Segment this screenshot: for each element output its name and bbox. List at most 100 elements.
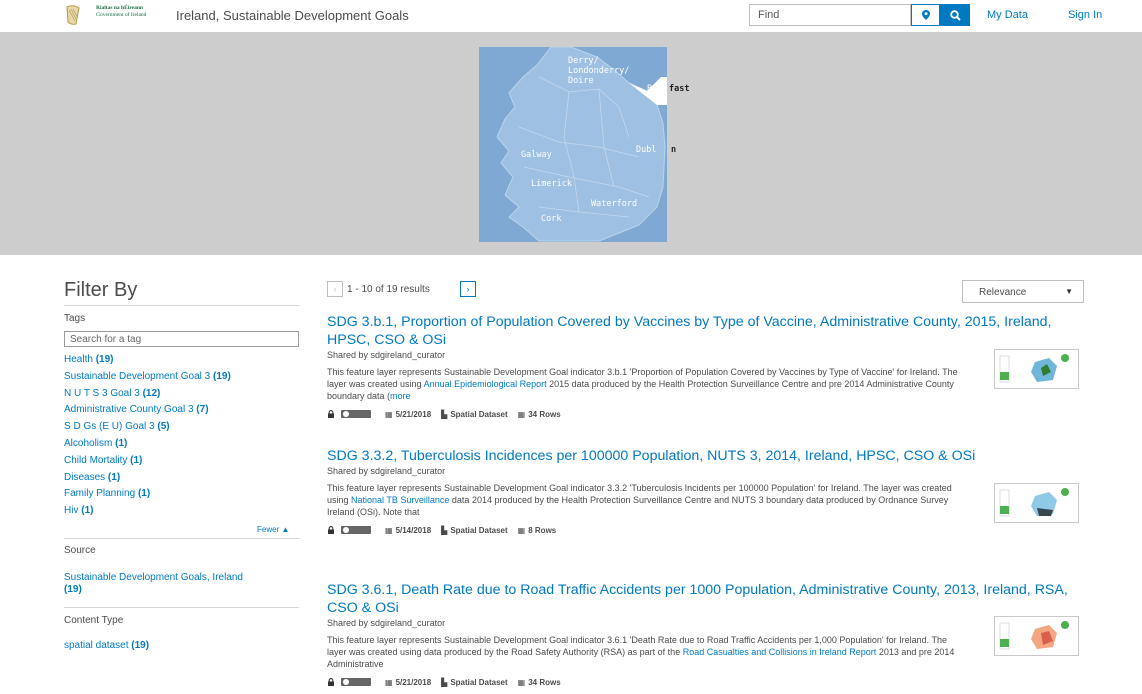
divider bbox=[64, 305, 299, 306]
sort-value: Relevance bbox=[979, 287, 1027, 298]
result-title[interactable]: SDG 3.6.1, Death Rate due to Road Traffi… bbox=[327, 581, 1087, 617]
tag-name: N U T S 3 Goal 3 bbox=[64, 387, 140, 399]
document-icon: ▙ bbox=[441, 525, 448, 535]
map-label-belfast-a: Bel bbox=[647, 84, 663, 94]
thumbnail-graphic bbox=[997, 619, 1076, 653]
document-icon: ▙ bbox=[441, 677, 448, 687]
date-text: 5/14/2018 bbox=[395, 525, 432, 535]
result-shared-by: Shared by sdgireland_curator bbox=[327, 618, 446, 628]
tag-item[interactable]: Family Planning (1) bbox=[64, 488, 231, 505]
tag-item[interactable]: Hiv (1) bbox=[64, 505, 231, 522]
results-count: 1 - 10 of 19 results bbox=[347, 284, 430, 295]
result-item: SDG 3.b.1, Proportion of Population Cove… bbox=[327, 313, 1087, 420]
type-text: Spatial Dataset bbox=[450, 525, 508, 535]
rows-text: 34 Rows bbox=[528, 677, 561, 687]
result-thumbnail[interactable] bbox=[994, 483, 1079, 523]
tag-name: Health bbox=[64, 354, 93, 365]
tag-count: (1) bbox=[107, 471, 121, 483]
top-header: Rialtas na hÉireann Government of Irelan… bbox=[0, 0, 1142, 32]
result-title[interactable]: SDG 3.b.1, Proportion of Population Cove… bbox=[327, 313, 1087, 349]
result-thumbnail[interactable] bbox=[994, 349, 1079, 389]
tag-item[interactable]: S D Gs (E U) Goal 3 (5) bbox=[64, 421, 231, 438]
meta-type: ▙ Spatial Dataset bbox=[441, 410, 508, 419]
tag-count: (1) bbox=[130, 454, 143, 466]
tag-name: Alcoholism bbox=[64, 437, 113, 449]
table-icon: ▦ bbox=[517, 409, 526, 419]
content-type-filter-link[interactable]: spatial dataset (19) bbox=[64, 640, 149, 652]
sort-select[interactable]: Relevance ▼ bbox=[962, 280, 1084, 303]
fewer-toggle[interactable]: Fewer ▲ bbox=[257, 525, 289, 534]
result-meta: ▦ 5/21/2018 ▙ Spatial Dataset ▦ 34 Rows bbox=[327, 408, 1087, 420]
result-shared-by: Shared by sdgireland_curator bbox=[327, 466, 446, 476]
tag-count: (19) bbox=[212, 370, 231, 382]
meta-rows: ▦ 8 Rows bbox=[518, 526, 557, 535]
tag-item[interactable]: Administrative County Goal 3 (7) bbox=[64, 404, 231, 421]
find-input[interactable] bbox=[749, 4, 911, 26]
map-label-galway: Galway bbox=[521, 150, 552, 160]
meta-date: ▦ 5/21/2018 bbox=[385, 410, 431, 419]
tag-count: (5) bbox=[157, 421, 170, 433]
tag-item[interactable]: Child Mortality (1) bbox=[64, 455, 231, 472]
map-label-belfast-b: fast bbox=[669, 84, 690, 94]
harp-logo-icon[interactable] bbox=[64, 4, 82, 26]
type-text: Spatial Dataset bbox=[450, 409, 508, 419]
license-badge-icon bbox=[341, 526, 371, 534]
ireland-map[interactable]: Derry/ Londonderry/ Doire Bel Galway Dub… bbox=[479, 47, 667, 242]
divider bbox=[64, 607, 299, 608]
result-title[interactable]: SDG 3.3.2, Tuberculosis Incidences per 1… bbox=[327, 447, 1087, 465]
prev-page-button[interactable]: ‹ bbox=[327, 281, 343, 297]
desc-link[interactable]: Annual Epidemiological Report bbox=[424, 379, 547, 389]
result-item: SDG 3.3.2, Tuberculosis Incidences per 1… bbox=[327, 447, 1087, 536]
caret-down-icon: ▼ bbox=[1065, 287, 1073, 296]
tag-name: Child Mortality bbox=[64, 454, 128, 466]
tag-name: Sustainable Development Goal 3 bbox=[64, 370, 211, 382]
thumbnail-graphic bbox=[997, 486, 1076, 520]
calendar-icon: ▦ bbox=[385, 677, 393, 687]
site-title[interactable]: Ireland, Sustainable Development Goals bbox=[176, 8, 409, 23]
source-count: (19) bbox=[64, 584, 82, 595]
tag-name: S D Gs (E U) Goal 3 bbox=[64, 421, 155, 433]
government-logo[interactable]: Rialtas na hÉireann Government of Irelan… bbox=[96, 5, 146, 19]
result-meta: ▦ 5/14/2018 ▙ Spatial Dataset ▦ 8 Rows bbox=[327, 524, 1087, 536]
calendar-icon: ▦ bbox=[385, 525, 393, 535]
gov-logo-line2: Government of Ireland bbox=[96, 12, 147, 18]
meta-rows: ▦ 34 Rows bbox=[518, 410, 561, 419]
tag-name: Diseases bbox=[64, 471, 106, 483]
lock-icon bbox=[328, 526, 334, 534]
my-data-link[interactable]: My Data bbox=[987, 9, 1028, 21]
more-link[interactable]: more bbox=[390, 391, 411, 401]
result-description: This feature layer represents Sustainabl… bbox=[327, 482, 967, 518]
tag-name: Administrative County Goal 3 bbox=[64, 404, 194, 416]
tag-item[interactable]: Sustainable Development Goal 3 (19) bbox=[64, 371, 231, 388]
desc-link[interactable]: Road Casualties and Collisions in Irelan… bbox=[683, 647, 877, 657]
next-page-button[interactable]: › bbox=[460, 281, 476, 297]
tag-count: (19) bbox=[95, 354, 114, 365]
location-pin-icon bbox=[921, 10, 930, 20]
map-label-derry: Derry/ Londonderry/ Doire bbox=[568, 56, 630, 86]
source-label: Source bbox=[64, 545, 96, 556]
filter-title: Filter By bbox=[64, 279, 138, 301]
locate-button[interactable] bbox=[911, 4, 940, 26]
tag-item[interactable]: N U T S 3 Goal 3 (12) bbox=[64, 388, 231, 405]
meta-type: ▙ Spatial Dataset bbox=[441, 526, 508, 535]
chevron-up-icon: ▲ bbox=[281, 525, 290, 534]
tag-item[interactable]: Diseases (1) bbox=[64, 472, 231, 489]
tag-item[interactable]: Alcoholism (1) bbox=[64, 438, 231, 455]
calendar-icon: ▦ bbox=[385, 409, 393, 419]
result-shared-by: Shared by sdgireland_curator bbox=[327, 350, 446, 360]
tag-name: Hiv bbox=[64, 505, 79, 517]
source-name: Sustainable Development Goals, Ireland bbox=[64, 572, 243, 583]
tag-item[interactable]: Health (19) bbox=[64, 354, 231, 371]
source-filter-link[interactable]: Sustainable Development Goals, Ireland (… bbox=[64, 572, 243, 596]
desc-link[interactable]: National TB Surveillance bbox=[351, 495, 449, 505]
result-meta: ▦ 5/21/2018 ▙ Spatial Dataset ▦ 34 Rows bbox=[327, 676, 1087, 688]
table-icon: ▦ bbox=[517, 677, 526, 687]
search-button[interactable] bbox=[940, 4, 970, 26]
tag-list: Health (19) Sustainable Development Goal… bbox=[64, 354, 231, 522]
type-text: Spatial Dataset bbox=[450, 677, 508, 687]
document-icon: ▙ bbox=[441, 409, 448, 419]
sign-in-link[interactable]: Sign In bbox=[1068, 9, 1102, 21]
content-type-count: (19) bbox=[131, 640, 150, 651]
tag-search-input[interactable] bbox=[64, 331, 299, 347]
result-thumbnail[interactable] bbox=[994, 616, 1079, 656]
